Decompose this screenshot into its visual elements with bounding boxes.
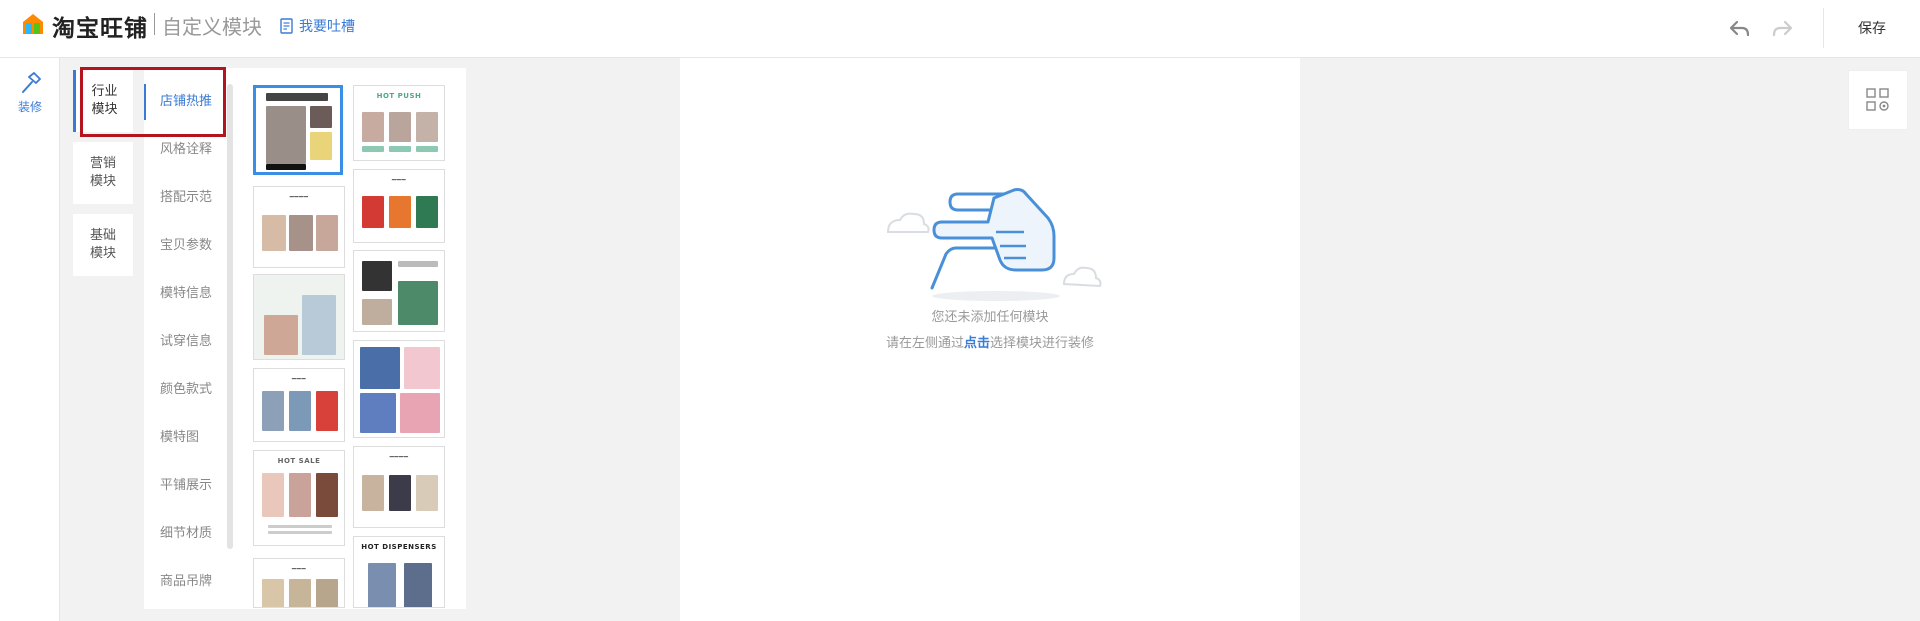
subcategory-item-params[interactable]: 宝贝参数 bbox=[144, 228, 228, 264]
thumb-caption: ━━━ bbox=[291, 565, 307, 573]
module-thumbnail[interactable]: ━━━ bbox=[253, 368, 345, 442]
subcategory-item-matching[interactable]: 搭配示范 bbox=[144, 180, 228, 216]
category-tab-label: 行业 模块 bbox=[91, 84, 118, 117]
rail-item-decorate-label: 装修 bbox=[17, 100, 42, 114]
subcategory-item-colors[interactable]: 颜色款式 bbox=[144, 372, 228, 408]
feedback-icon bbox=[280, 18, 293, 34]
header-divider bbox=[1823, 8, 1824, 48]
subcategory-item-shop-hot[interactable]: 店铺热推 bbox=[144, 84, 228, 120]
empty-state-title: 您还未添加任何模块 bbox=[931, 310, 1049, 325]
subcategory-item-flat[interactable]: 平铺展示 bbox=[144, 468, 228, 504]
module-thumbnail[interactable]: HOT PUSH bbox=[353, 85, 445, 161]
module-thumbnail[interactable] bbox=[253, 274, 345, 360]
subcategory-item-model-info[interactable]: 模特信息 bbox=[144, 276, 228, 312]
taobao-shop-logo-icon bbox=[23, 14, 43, 34]
empty-hint-suffix: 选择模块进行装修 bbox=[990, 336, 1095, 351]
hammer-icon bbox=[22, 72, 41, 93]
empty-state-hint: 请在左侧通过点击选择模块进行装修 bbox=[680, 332, 1300, 351]
subcategory-item-tag[interactable]: 商品吊牌 bbox=[144, 564, 228, 600]
empty-hint-click-link[interactable]: 点击 bbox=[964, 336, 990, 351]
save-button[interactable]: 保存 bbox=[1858, 18, 1886, 38]
category-tab-label: 营销 模块 bbox=[89, 156, 116, 189]
thumb-caption: HOT DISPENSERS bbox=[361, 543, 437, 551]
module-thumbnail[interactable]: ━━━ bbox=[253, 558, 345, 608]
left-rail: 装修 bbox=[0, 58, 60, 621]
brand-separator bbox=[154, 13, 155, 35]
module-thumbnail[interactable]: HOT DISPENSERS bbox=[353, 536, 445, 608]
editor-canvas[interactable]: 您还未添加任何模块 请在左侧通过点击选择模块进行装修 bbox=[680, 58, 1300, 621]
redo-icon[interactable] bbox=[1770, 16, 1794, 40]
module-thumbnail[interactable] bbox=[253, 85, 343, 175]
subcategory-item-detail[interactable]: 细节材质 bbox=[144, 516, 228, 552]
category-tab-industry[interactable]: 行业 模块 bbox=[73, 70, 133, 132]
module-thumbnail[interactable] bbox=[353, 340, 445, 438]
category-tab-marketing[interactable]: 营销 模块 bbox=[73, 142, 133, 204]
module-thumbnail[interactable]: HOT SALE bbox=[253, 450, 345, 546]
subcategory-list: 店铺热推 风格诠释 搭配示范 宝贝参数 模特信息 试穿信息 颜色款式 模特图 平… bbox=[144, 68, 228, 609]
module-thumbnail[interactable]: ━━━ bbox=[353, 169, 445, 243]
module-panel: 店铺热推 风格诠释 搭配示范 宝贝参数 模特信息 试穿信息 颜色款式 模特图 平… bbox=[144, 68, 466, 609]
thumb-caption: ━━━━ bbox=[289, 193, 309, 201]
subcategory-scrollbar[interactable] bbox=[227, 84, 233, 549]
module-thumbnail[interactable]: ━━━━ bbox=[353, 446, 445, 528]
thumb-caption: ━━━ bbox=[391, 176, 407, 184]
feedback-link[interactable]: 我要吐槽 bbox=[280, 16, 355, 36]
module-manager-button[interactable] bbox=[1848, 70, 1908, 130]
subcategory-item-model-photo[interactable]: 模特图 bbox=[144, 420, 228, 456]
rail-item-decorate[interactable]: 装修 bbox=[0, 72, 60, 115]
top-header: 淘宝旺铺 自定义模块 我要吐槽 保存 bbox=[0, 0, 1920, 58]
thumb-caption: HOT SALE bbox=[277, 457, 321, 465]
category-tab-basic[interactable]: 基础 模块 bbox=[73, 214, 133, 276]
thumb-caption: HOT PUSH bbox=[376, 92, 422, 100]
undo-icon[interactable] bbox=[1728, 16, 1752, 40]
subcategory-item-style[interactable]: 风格诠释 bbox=[144, 132, 228, 168]
grid-settings-icon bbox=[1866, 88, 1889, 111]
thumb-caption: ━━━━ bbox=[389, 453, 409, 461]
page-subtitle: 自定义模块 bbox=[162, 15, 262, 39]
module-thumbnail[interactable]: ━━━━ bbox=[253, 186, 345, 268]
pointing-hand-illustration bbox=[886, 188, 1102, 301]
feedback-label: 我要吐槽 bbox=[299, 19, 355, 35]
empty-hint-prefix: 请在左侧通过 bbox=[885, 336, 964, 351]
thumb-caption: ━━━ bbox=[291, 375, 307, 383]
subcategory-item-try-on[interactable]: 试穿信息 bbox=[144, 324, 228, 360]
brand-title: 淘宝旺铺 bbox=[52, 16, 148, 42]
category-tab-label: 基础 模块 bbox=[89, 228, 116, 261]
module-thumbnail[interactable] bbox=[353, 250, 445, 332]
